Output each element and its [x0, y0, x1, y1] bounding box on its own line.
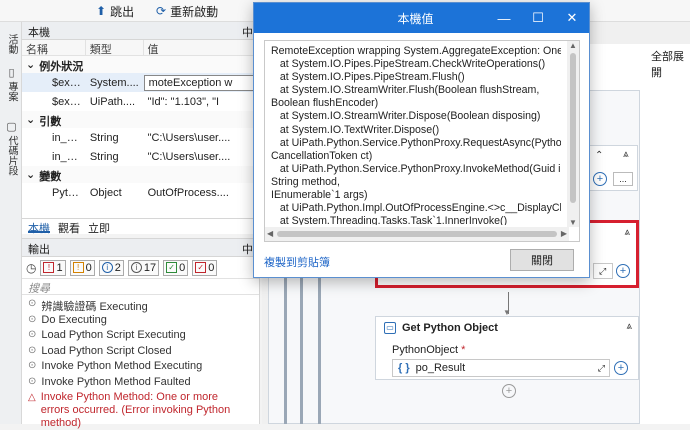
scroll-up-icon[interactable]: ▲ [569, 41, 577, 50]
add-icon[interactable]: + [616, 264, 630, 278]
collapse-icon: ⌄ [26, 59, 36, 71]
locals-header: 本機 中 [22, 22, 259, 40]
add-icon[interactable]: + [593, 172, 607, 186]
scroll-left-icon[interactable]: ◀ [267, 229, 273, 238]
collapse-all-icon[interactable]: ⩓ [623, 149, 629, 160]
info-icon: ⊙ [28, 329, 37, 340]
restart-button[interactable]: ⟳ 重新啟動 [156, 3, 218, 19]
column-name[interactable]: 名稱 [22, 40, 86, 56]
restart-icon: ⟳ [156, 4, 167, 18]
list-item[interactable]: ⊙ Invoke Python Method Executing [22, 360, 259, 376]
scroll-thumb[interactable] [277, 231, 557, 237]
locals-title: 本機 [28, 27, 50, 39]
section-exceptions[interactable]: ⌄ 例外狀況 [22, 56, 259, 73]
filter-warnings[interactable]: ! 0 [69, 259, 95, 276]
value-text-area[interactable]: RemoteException wrapping System.Aggregat… [264, 40, 580, 242]
dialog-title: 本機值 [397, 11, 434, 26]
step-out-button[interactable]: ⬆ 跳出 [96, 3, 134, 19]
column-type[interactable]: 類型 [86, 40, 144, 56]
filter-success[interactable]: ✓ 0 [163, 259, 189, 276]
info-icon: ⊙ [28, 375, 37, 387]
close-icon[interactable]: ✕ [555, 10, 589, 26]
scroll-thumb[interactable] [570, 53, 576, 203]
close-button[interactable]: 關閉 [510, 249, 574, 271]
more-button[interactable]: ... [613, 172, 633, 186]
activity-card[interactable]: ⌃ ⩓ + ... [586, 145, 638, 191]
scroll-down-icon[interactable]: ▼ [569, 218, 577, 227]
field-label: PythonObject [392, 344, 459, 356]
collapse-icon: ⌄ [26, 169, 36, 181]
section-arguments[interactable]: ⌄ 引數 [22, 111, 259, 128]
filter-errors[interactable]: ! 1 [40, 259, 66, 276]
tab-snippets[interactable]: ▢ 代碼片段 [3, 120, 19, 176]
info-icon: ⊙ [28, 298, 37, 309]
arrow-up-icon: ⬆ [96, 4, 107, 18]
maximize-icon[interactable]: ☐ [521, 10, 555, 26]
info-icon: ⊙ [28, 313, 37, 325]
dialog-title-bar: 本機值 — ☐ ✕ [254, 3, 589, 33]
activity-title: Get Python Object [402, 322, 498, 334]
collapse-icon: ⌄ [26, 114, 36, 126]
table-row[interactable]: in_Py... String "C:\Users\user.... [22, 147, 259, 166]
get-python-object-activity[interactable]: ▭ Get Python Object ⩓ PythonObject * { }… [375, 316, 639, 380]
output-title: 輸出 [28, 244, 50, 256]
collapse-all-icon[interactable]: ⩓ [624, 227, 630, 238]
collapse-icon[interactable]: ⌃ [595, 150, 603, 161]
output-header: 輸出 中 [22, 239, 259, 257]
expand-all-button[interactable]: 全部展開 [651, 48, 690, 80]
collapse-all-icon[interactable]: ⩓ [626, 321, 632, 332]
value-cell-editor[interactable]: moteException w [143, 74, 260, 91]
section-variables[interactable]: ⌄ 變數 [22, 166, 259, 183]
locals-column-header: 名稱 類型 值 [22, 40, 259, 56]
left-side-tabs: 活動 ▯ 專案 ▢ 代碼片段 [0, 22, 22, 424]
info-icon: ⊙ [28, 344, 37, 356]
tab-immediate[interactable]: 立即 [88, 220, 110, 235]
clock-icon[interactable]: ◷ [26, 261, 36, 275]
copy-to-clipboard-link[interactable]: 複製到剪貼簿 [264, 254, 330, 270]
local-value-dialog: 本機值 — ☐ ✕ RemoteException wrapping Syste… [253, 2, 590, 278]
expand-field-icon[interactable]: ⤢ [598, 363, 605, 374]
info-icon: ⊙ [28, 360, 37, 371]
expand-field-icon[interactable]: ⤢ [593, 263, 613, 279]
tab-locals[interactable]: 本機 [28, 220, 50, 235]
tab-activities[interactable]: 活動 [3, 34, 19, 54]
tab-project[interactable]: ▯ 專案 [3, 66, 19, 102]
output-filters: ◷ ! 1 ! 0 i2 i 17 ✓ 0 ✓ 0 [22, 257, 259, 279]
locals-tabs: 本機 觀看 立即 [22, 218, 260, 235]
exception-text[interactable]: RemoteException wrapping System.Aggregat… [271, 45, 561, 225]
table-row[interactable]: $exc... System.... moteException w [22, 73, 260, 92]
document-icon: ▯ [5, 66, 17, 79]
list-item[interactable]: ⊙ 辨識驗證碼 Executing [22, 298, 259, 314]
column-value[interactable]: 值 [144, 40, 259, 56]
output-log-list: ⊙ 辨識驗證碼 Executing ⊙ Do Executing ⊙ Load Pyt… [22, 295, 259, 429]
vertical-scrollbar[interactable]: ▲ ▼ [567, 41, 579, 227]
snippet-icon: ▢ [5, 120, 17, 133]
table-row[interactable]: Pyth... Object OutOfProcess.... [22, 183, 259, 202]
filter-trace[interactable]: i 17 [127, 259, 160, 276]
output-search-input[interactable]: 搜尋 [22, 279, 259, 295]
list-item[interactable]: ⊙ Load Python Script Executing [22, 329, 259, 345]
table-row[interactable]: $exc... UiPath.... "Id": "1.103", "I [22, 92, 259, 111]
add-activity-icon[interactable]: + [502, 384, 516, 398]
pin-button[interactable]: 中 [242, 24, 253, 39]
pin-button[interactable]: 中 [242, 241, 253, 256]
list-item[interactable]: ⊙ Load Python Script Closed [22, 345, 259, 361]
horizontal-scrollbar[interactable]: ◀ ▶ [265, 227, 569, 241]
output-panel: 輸出 中 ◷ ! 1 ! 0 i2 i 17 ✓ 0 ✓ 0 搜尋 ⊙ 辨識驗證碼 Exec… [22, 238, 260, 429]
list-item[interactable]: ⊙ Invoke Python Method Faulted [22, 376, 259, 392]
locals-panel: 本機 中 名稱 類型 值 ⌄ 例外狀況 $exc... System.... m… [22, 22, 260, 235]
warning-icon: △ [28, 392, 36, 403]
add-icon[interactable]: + [614, 361, 628, 375]
table-row[interactable]: in_Py... String "C:\Users\user.... [22, 128, 259, 147]
list-item[interactable]: ⊙ Do Executing [22, 314, 259, 330]
scroll-right-icon[interactable]: ▶ [561, 229, 567, 238]
error-list-item[interactable]: △ Invoke Python Method: One or more error… [22, 391, 259, 429]
filter-failed[interactable]: ✓ 0 [192, 259, 218, 276]
filter-info[interactable]: i2 [98, 259, 124, 276]
po-result-input[interactable]: { } po_Result ⤢ [392, 359, 610, 377]
minimize-icon[interactable]: — [487, 11, 521, 26]
python-object-icon: ▭ [384, 322, 396, 334]
tab-watch[interactable]: 觀看 [58, 220, 80, 235]
